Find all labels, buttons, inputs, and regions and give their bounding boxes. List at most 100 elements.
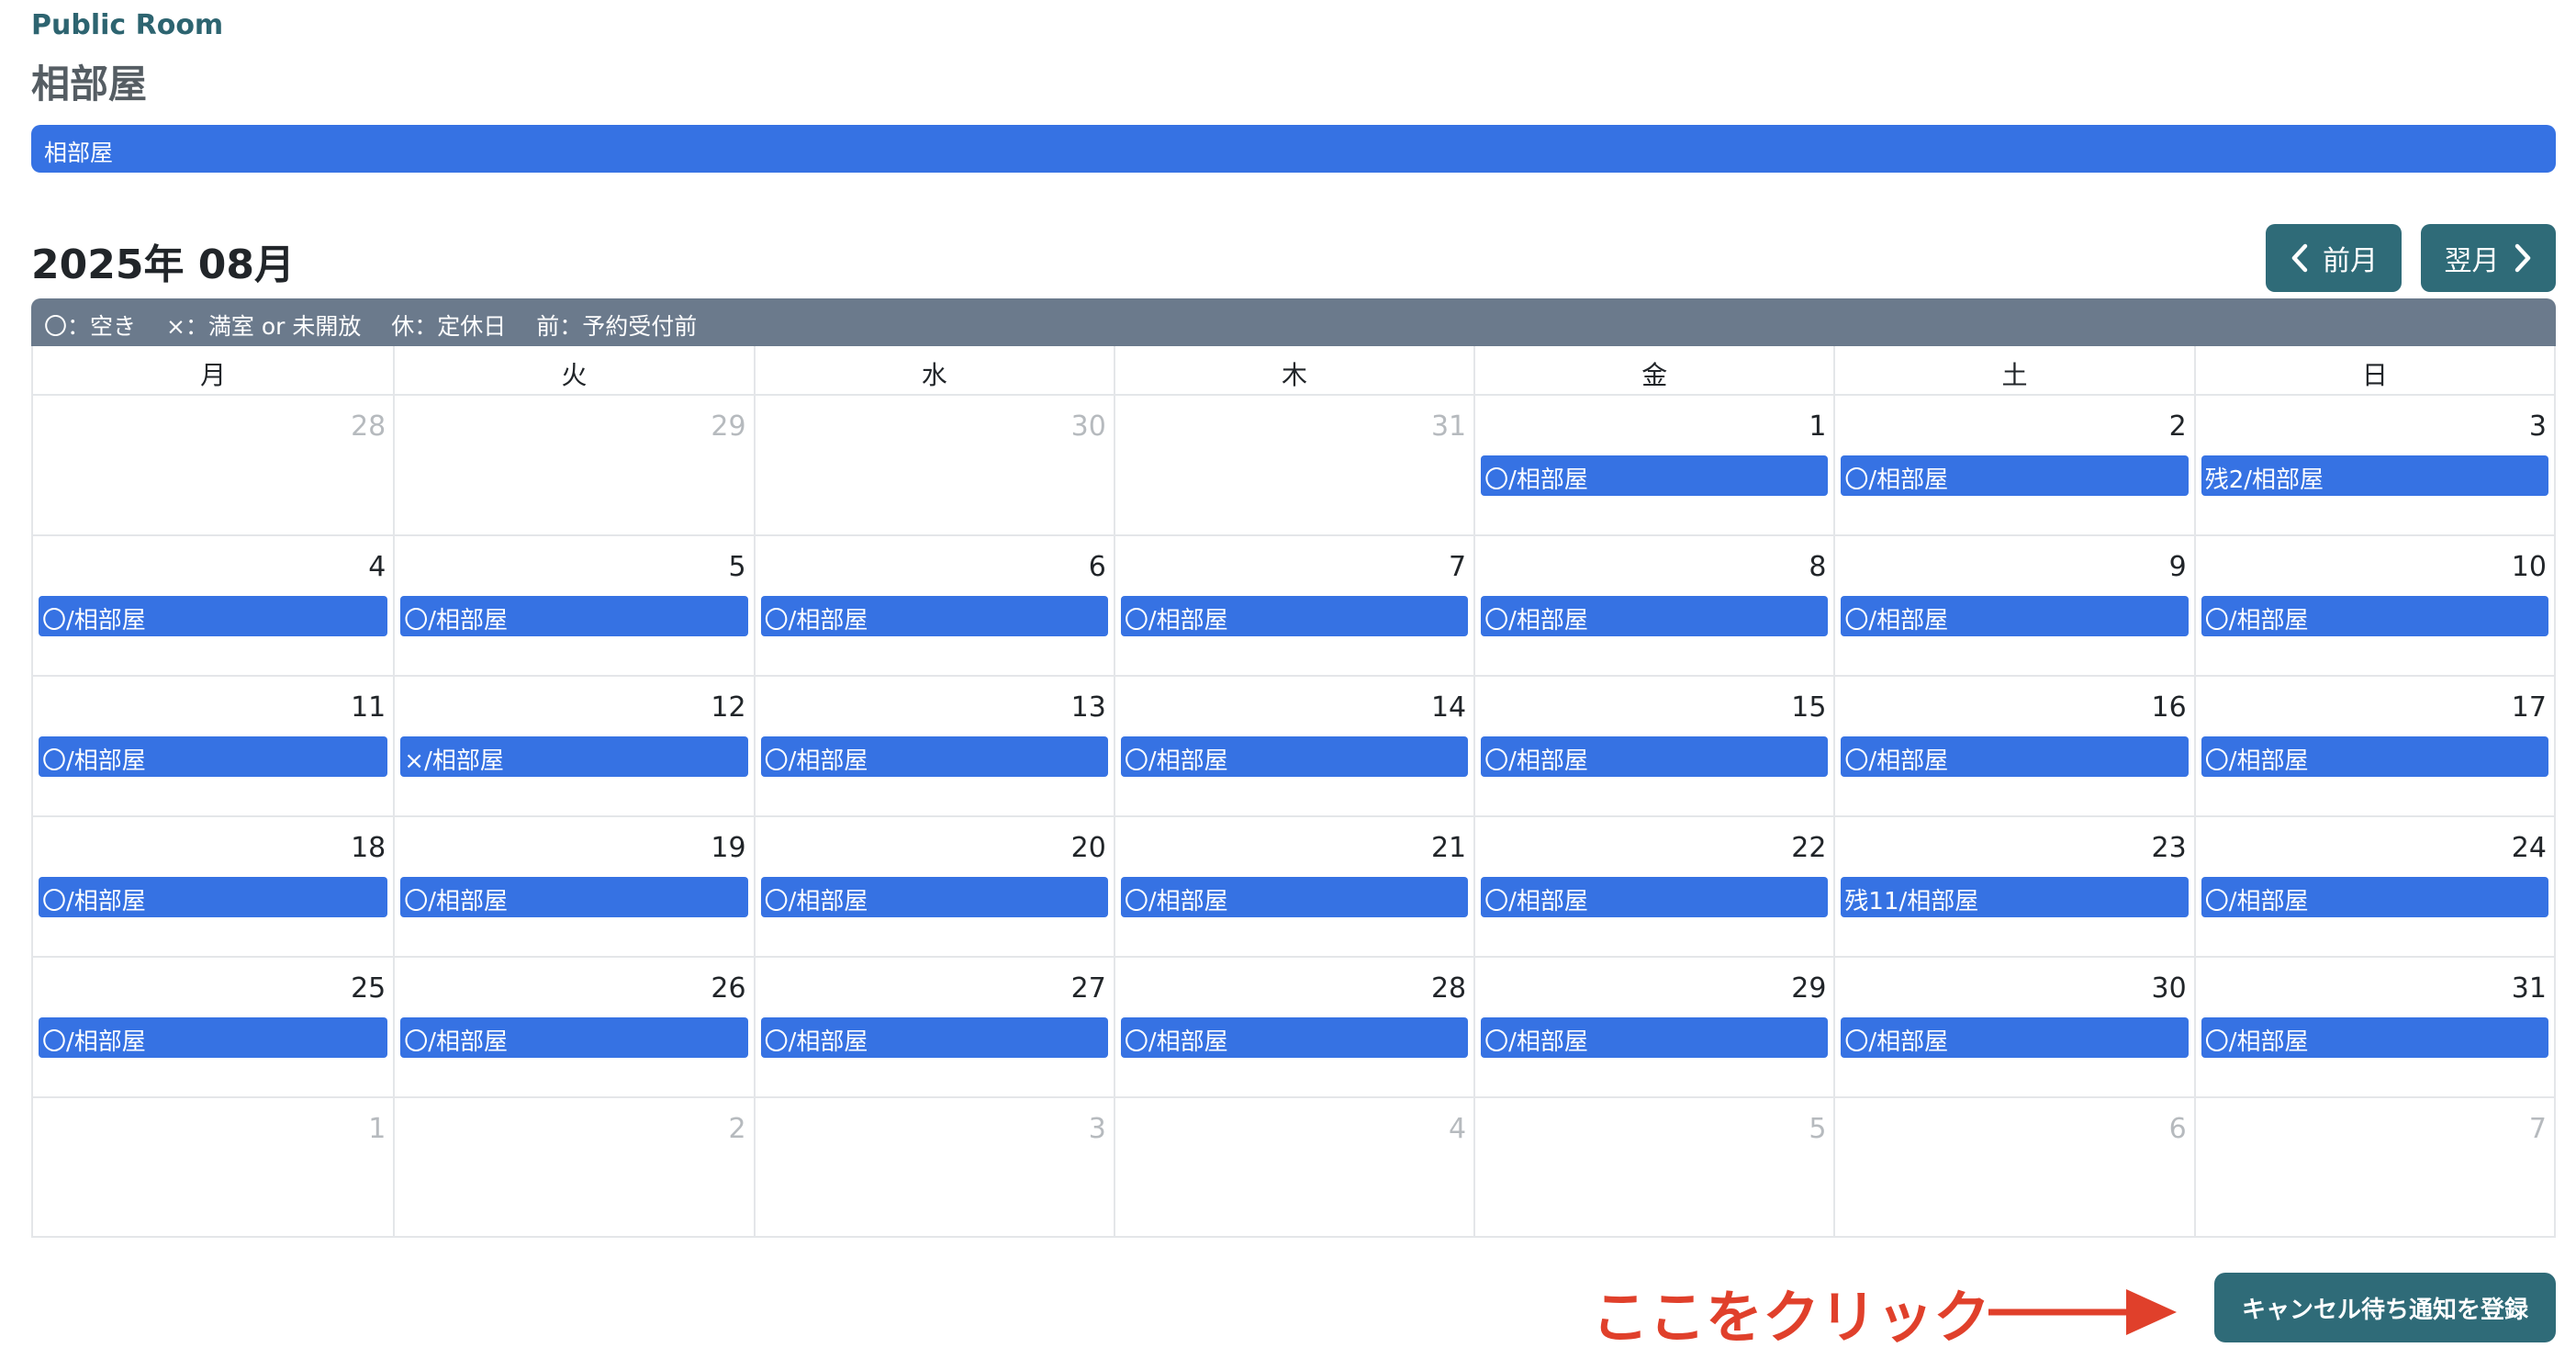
- day-number: 29: [1791, 972, 1827, 1005]
- availability-event[interactable]: 〇/相部屋: [1120, 736, 1469, 777]
- day-number: 21: [1430, 832, 1467, 864]
- calendar-day-cell: 26 〇/相部屋: [393, 958, 753, 1096]
- availability-event[interactable]: 〇/相部屋: [760, 736, 1108, 777]
- calendar-day-cell: 31: [1113, 396, 1473, 534]
- availability-event[interactable]: 〇/相部屋: [39, 596, 388, 636]
- weekday-header: 金: [1473, 346, 1833, 394]
- day-number: 12: [711, 691, 746, 724]
- availability-event[interactable]: 〇/相部屋: [2201, 877, 2548, 917]
- calendar-day-cell: 12 ×/相部屋: [393, 677, 753, 815]
- availability-event[interactable]: 〇/相部屋: [39, 736, 388, 777]
- day-number: 6: [2168, 1113, 2187, 1145]
- availability-event[interactable]: 〇/相部屋: [2201, 736, 2548, 777]
- calendar-day-cell: 30 〇/相部屋: [1833, 958, 2193, 1096]
- calendar-day-cell: 28 〇/相部屋: [1113, 958, 1473, 1096]
- room-type-label: Public Room: [31, 9, 224, 41]
- calendar-day-cell: 5 〇/相部屋: [393, 536, 753, 675]
- calendar-day-cell: 25 〇/相部屋: [33, 958, 393, 1096]
- weekday-header: 火: [393, 346, 753, 394]
- calendar-day-cell: 18 〇/相部屋: [33, 817, 393, 956]
- day-number: 28: [1430, 972, 1467, 1005]
- day-number: 2: [728, 1113, 746, 1145]
- calendar-week-row: 25 〇/相部屋 26 〇/相部屋 27 〇/相部屋 28 〇/相部屋 29 〇/相部屋 30 〇/相…: [33, 958, 2554, 1098]
- calendar-day-cell: 14 〇/相部屋: [1113, 677, 1473, 815]
- availability-legend: 〇：空き ×：満室 or 未開放 休：定休日 前：予約受付前: [31, 298, 2556, 346]
- day-number: 14: [1430, 691, 1467, 724]
- availability-event[interactable]: 〇/相部屋: [2201, 1017, 2548, 1058]
- calendar-day-cell: 2 〇/相部屋: [1833, 396, 2193, 534]
- room-tab[interactable]: 相部屋: [31, 125, 2556, 173]
- day-number: 4: [368, 551, 386, 583]
- day-number: 15: [1791, 691, 1827, 724]
- availability-event[interactable]: 〇/相部屋: [760, 1017, 1108, 1058]
- calendar-day-cell: 7: [2193, 1098, 2554, 1236]
- availability-event[interactable]: 〇/相部屋: [1120, 1017, 1469, 1058]
- day-number: 18: [351, 832, 386, 864]
- availability-event[interactable]: 〇/相部屋: [1841, 1017, 2189, 1058]
- calendar-day-cell: 6: [1833, 1098, 2193, 1236]
- availability-event[interactable]: 〇/相部屋: [1841, 596, 2189, 636]
- day-number: 29: [711, 410, 746, 443]
- availability-event[interactable]: 〇/相部屋: [1481, 455, 1829, 496]
- availability-event[interactable]: 〇/相部屋: [39, 1017, 388, 1058]
- weekday-header: 木: [1113, 346, 1473, 394]
- calendar-week-row: 1 2 3 4 5 6 7: [33, 1098, 2554, 1236]
- day-number: 11: [351, 691, 386, 724]
- availability-event[interactable]: 〇/相部屋: [39, 877, 388, 917]
- chevron-right-icon: [2514, 243, 2530, 273]
- availability-event[interactable]: 〇/相部屋: [1481, 736, 1829, 777]
- day-number: 30: [2151, 972, 2187, 1005]
- day-number: 1: [368, 1113, 386, 1145]
- prev-month-button[interactable]: 前月: [2266, 224, 2402, 292]
- day-number: 31: [1430, 410, 1467, 443]
- day-number: 5: [1809, 1113, 1827, 1145]
- calendar-day-cell: 27 〇/相部屋: [753, 958, 1114, 1096]
- calendar-day-cell: 31 〇/相部屋: [2193, 958, 2554, 1096]
- calendar-day-cell: 5: [1473, 1098, 1833, 1236]
- calendar-week-row: 4 〇/相部屋 5 〇/相部屋 6 〇/相部屋 7 〇/相部屋 8 〇/相部屋 9 〇/相部屋 10 〇/…: [33, 536, 2554, 677]
- next-month-button[interactable]: 翌月: [2421, 224, 2556, 292]
- availability-event[interactable]: 〇/相部屋: [1481, 596, 1829, 636]
- day-number: 25: [351, 972, 386, 1005]
- day-number: 26: [711, 972, 746, 1005]
- day-number: 16: [2151, 691, 2187, 724]
- day-number: 2: [2168, 410, 2187, 443]
- weekday-header: 土: [1833, 346, 2193, 394]
- day-number: 13: [1070, 691, 1106, 724]
- day-number: 7: [1449, 551, 1467, 583]
- weekday-header: 日: [2193, 346, 2554, 394]
- calendar-day-cell: 23 残11/相部屋: [1833, 817, 2193, 956]
- availability-event[interactable]: 〇/相部屋: [760, 877, 1108, 917]
- availability-event[interactable]: 〇/相部屋: [400, 596, 748, 636]
- calendar-day-cell: 13 〇/相部屋: [753, 677, 1114, 815]
- calendar-day-cell: 3 残2/相部屋: [2193, 396, 2554, 534]
- availability-event[interactable]: 〇/相部屋: [400, 1017, 748, 1058]
- availability-event[interactable]: 〇/相部屋: [1120, 877, 1469, 917]
- cancel-waitlist-button[interactable]: キャンセル待ち通知を登録: [2214, 1273, 2556, 1342]
- availability-event[interactable]: 〇/相部屋: [1120, 596, 1469, 636]
- calendar-day-cell: 4: [1113, 1098, 1473, 1236]
- availability-event[interactable]: 〇/相部屋: [1481, 877, 1829, 917]
- weekday-header-row: 月 火水木金土日: [33, 346, 2554, 396]
- availability-event[interactable]: 〇/相部屋: [760, 596, 1108, 636]
- availability-event[interactable]: 〇/相部屋: [1481, 1017, 1829, 1058]
- calendar-day-cell: 1: [33, 1098, 393, 1236]
- availability-event[interactable]: 〇/相部屋: [1841, 455, 2189, 496]
- day-number: 8: [1809, 551, 1827, 583]
- day-number: 22: [1791, 832, 1827, 864]
- calendar-day-cell: 3: [753, 1098, 1114, 1236]
- day-number: 7: [2528, 1113, 2547, 1145]
- availability-event[interactable]: 〇/相部屋: [1841, 736, 2189, 777]
- availability-event[interactable]: 〇/相部屋: [2201, 596, 2548, 636]
- calendar-day-cell: 4 〇/相部屋: [33, 536, 393, 675]
- availability-event[interactable]: 残2/相部屋: [2201, 455, 2548, 496]
- calendar-day-cell: 10 〇/相部屋: [2193, 536, 2554, 675]
- calendar-day-cell: 2: [393, 1098, 753, 1236]
- availability-event[interactable]: ×/相部屋: [400, 736, 748, 777]
- availability-event[interactable]: 残11/相部屋: [1841, 877, 2189, 917]
- day-number: 24: [2511, 832, 2547, 864]
- calendar-day-cell: 11 〇/相部屋: [33, 677, 393, 815]
- calendar-week-row: 11 〇/相部屋 12 ×/相部屋 13 〇/相部屋 14 〇/相部屋 15 〇/相部屋 16 〇/相…: [33, 677, 2554, 817]
- day-number: 28: [351, 410, 386, 443]
- availability-event[interactable]: 〇/相部屋: [400, 877, 748, 917]
